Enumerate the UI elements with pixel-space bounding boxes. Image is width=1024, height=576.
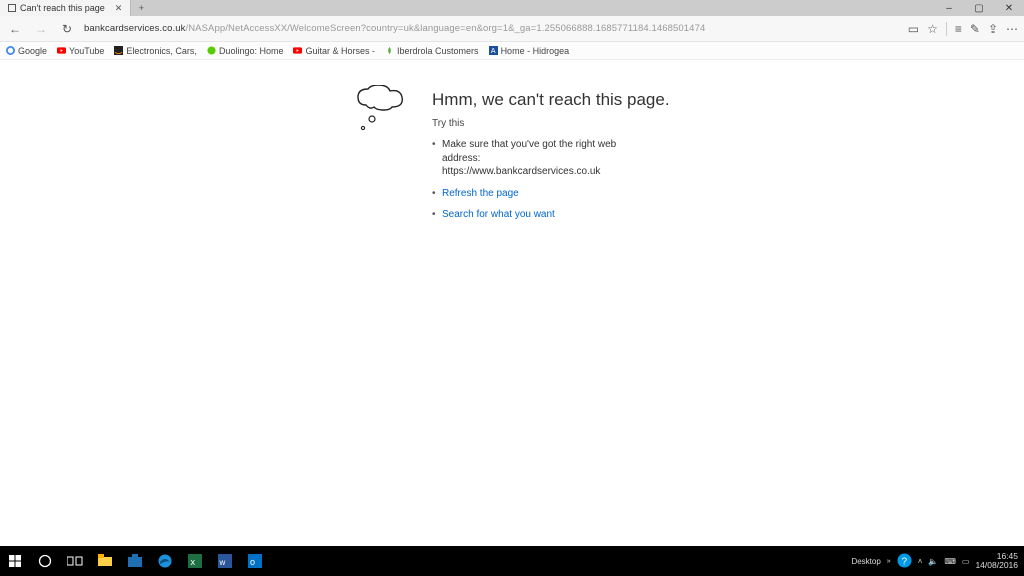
url-host: bankcardservices.co.uk — [84, 23, 185, 34]
clock[interactable]: 16:45 14/08/2016 — [975, 552, 1018, 570]
action-center-icon[interactable]: ▭ — [962, 557, 970, 566]
suggestion-refresh: Refresh the page — [432, 187, 652, 201]
fav-youtube[interactable]: YouTube — [57, 46, 104, 56]
fav-guitar[interactable]: Guitar & Horses - — [293, 46, 375, 56]
suggestion-list: Make sure that you've got the right web … — [432, 138, 652, 230]
google-icon — [6, 46, 15, 55]
close-tab-icon[interactable]: ✕ — [115, 3, 123, 14]
svg-text:w: w — [219, 558, 226, 567]
page-icon — [8, 4, 16, 12]
minimize-button[interactable]: – — [934, 3, 964, 14]
edge-button[interactable] — [150, 546, 180, 576]
taskbar: x w o Desktop » ? ˄ 🔈 ⌨ ▭ 16:45 14/08/20… — [0, 546, 1024, 576]
word-button[interactable]: w — [210, 546, 240, 576]
store-button[interactable] — [120, 546, 150, 576]
amazon-icon — [114, 46, 123, 55]
thought-cloud-icon — [354, 85, 414, 140]
file-explorer-button[interactable] — [90, 546, 120, 576]
refresh-button[interactable]: ↻ — [58, 22, 76, 36]
maximize-button[interactable]: ▢ — [964, 3, 994, 14]
date: 14/08/2016 — [975, 561, 1018, 570]
youtube-icon — [293, 46, 302, 55]
favorite-star-icon[interactable]: ☆ — [927, 22, 938, 36]
back-button[interactable]: ← — [6, 22, 24, 36]
browser-tab[interactable]: Can't reach this page ✕ — [0, 0, 131, 16]
fav-amazon[interactable]: Electronics, Cars, — [114, 46, 197, 56]
youtube-icon — [57, 46, 66, 55]
webnote-icon[interactable]: ✎ — [970, 22, 980, 36]
fav-hidrogea[interactable]: AHome - Hidrogea — [489, 46, 570, 56]
titlebar: Can't reach this page ✕ + – ▢ ✕ — [0, 0, 1024, 16]
desktop-toolbar-label[interactable]: Desktop — [851, 557, 880, 566]
fav-duolingo[interactable]: Duolingo: Home — [207, 46, 284, 56]
address-bar[interactable]: bankcardservices.co.uk/NASApp/NetAccessX… — [84, 23, 900, 34]
help-tray-icon[interactable]: ? — [897, 553, 912, 570]
svg-text:o: o — [250, 557, 255, 567]
forward-button[interactable]: → — [32, 22, 50, 36]
svg-text:A: A — [490, 46, 495, 55]
task-view-button[interactable] — [60, 546, 90, 576]
start-button[interactable] — [0, 546, 30, 576]
tray-chevron-icon[interactable]: ˄ — [918, 557, 923, 566]
more-icon[interactable]: ⋯ — [1006, 22, 1018, 36]
suggestion-check-address: Make sure that you've got the right web … — [432, 138, 652, 179]
svg-text:x: x — [191, 557, 196, 567]
share-icon[interactable]: ⇪ — [988, 22, 998, 36]
suggestion-search: Search for what you want — [432, 208, 652, 222]
volume-icon[interactable]: 🔈 — [928, 557, 938, 566]
hub-icon[interactable]: ≡ — [955, 22, 962, 36]
desktop-chevron-icon[interactable]: » — [887, 558, 891, 565]
search-link[interactable]: Search for what you want — [442, 209, 555, 220]
toolbar: ← → ↻ bankcardservices.co.uk/NASApp/NetA… — [0, 16, 1024, 42]
try-this-label: Try this — [432, 118, 464, 129]
new-tab-button[interactable]: + — [131, 3, 151, 13]
fav-google[interactable]: Google — [6, 46, 47, 56]
refresh-link[interactable]: Refresh the page — [442, 188, 519, 199]
cortana-button[interactable] — [30, 546, 60, 576]
excel-button[interactable]: x — [180, 546, 210, 576]
favorites-bar: Google YouTube Electronics, Cars, Duolin… — [0, 42, 1024, 60]
outlook-button[interactable]: o — [240, 546, 270, 576]
iberdrola-icon — [385, 46, 394, 55]
separator — [946, 22, 947, 36]
error-heading: Hmm, we can't reach this page. — [432, 90, 670, 110]
close-window-button[interactable]: ✕ — [994, 3, 1024, 14]
language-icon[interactable]: ⌨ — [944, 557, 956, 566]
svg-text:?: ? — [901, 556, 907, 567]
hidrogea-icon: A — [489, 46, 498, 55]
tab-title: Can't reach this page — [20, 3, 105, 13]
page-content: Hmm, we can't reach this page. Try this … — [0, 60, 1024, 546]
fav-iberdrola[interactable]: Iberdrola Customers — [385, 46, 479, 56]
duolingo-icon — [207, 46, 216, 55]
url-path: /NASApp/NetAccessXX/WelcomeScreen?countr… — [185, 23, 705, 34]
reading-view-icon[interactable]: ▭ — [908, 22, 919, 36]
